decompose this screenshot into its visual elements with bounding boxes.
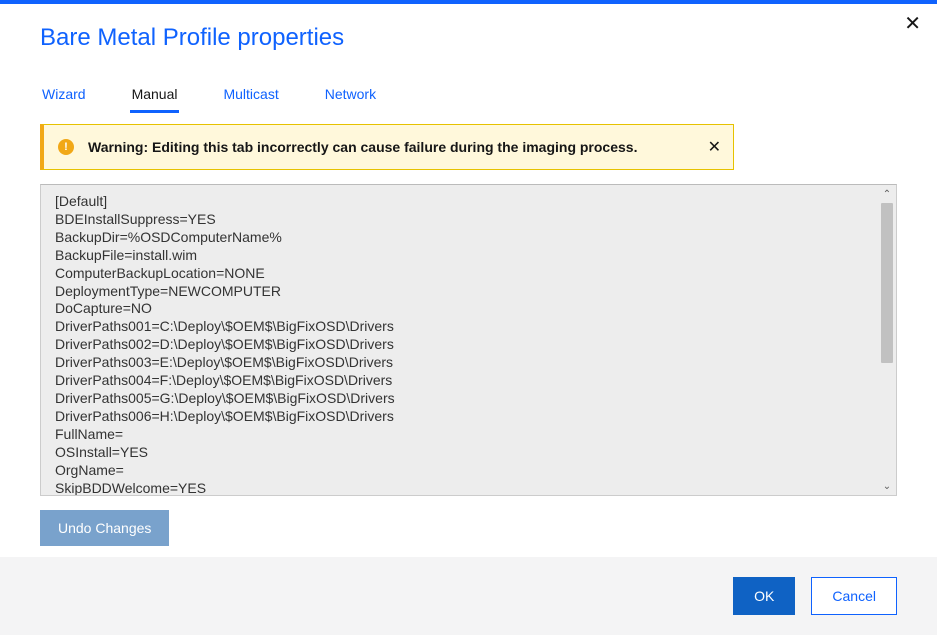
editor-container: ⌃ ⌄ <box>40 184 897 496</box>
tab-multicast[interactable]: Multicast <box>221 78 280 112</box>
warning-banner: ! Warning: Editing this tab incorrectly … <box>40 124 734 170</box>
warning-close-button[interactable]: ✕ <box>708 137 721 157</box>
cancel-button[interactable]: Cancel <box>811 577 897 615</box>
undo-changes-button[interactable]: Undo Changes <box>40 510 169 546</box>
dialog-footer: OK Cancel <box>0 557 937 635</box>
tab-bar: Wizard Manual Multicast Network <box>40 78 897 112</box>
tab-manual[interactable]: Manual <box>130 78 180 112</box>
scroll-down-arrow-icon[interactable]: ⌄ <box>880 479 894 493</box>
tab-wizard[interactable]: Wizard <box>40 78 88 112</box>
scroll-thumb[interactable] <box>881 203 893 363</box>
dialog-title: Bare Metal Profile properties <box>40 24 897 52</box>
dialog-close-button[interactable]: ✕ <box>904 14 921 34</box>
ok-button[interactable]: OK <box>733 577 795 615</box>
warning-icon: ! <box>58 139 74 155</box>
tab-network[interactable]: Network <box>323 78 378 112</box>
editor-scrollbar[interactable]: ⌃ ⌄ <box>880 187 894 493</box>
scroll-up-arrow-icon[interactable]: ⌃ <box>880 187 894 201</box>
config-textarea[interactable] <box>41 185 880 495</box>
warning-text: Warning: Editing this tab incorrectly ca… <box>88 139 637 155</box>
dialog-body: Bare Metal Profile properties Wizard Man… <box>0 4 937 546</box>
